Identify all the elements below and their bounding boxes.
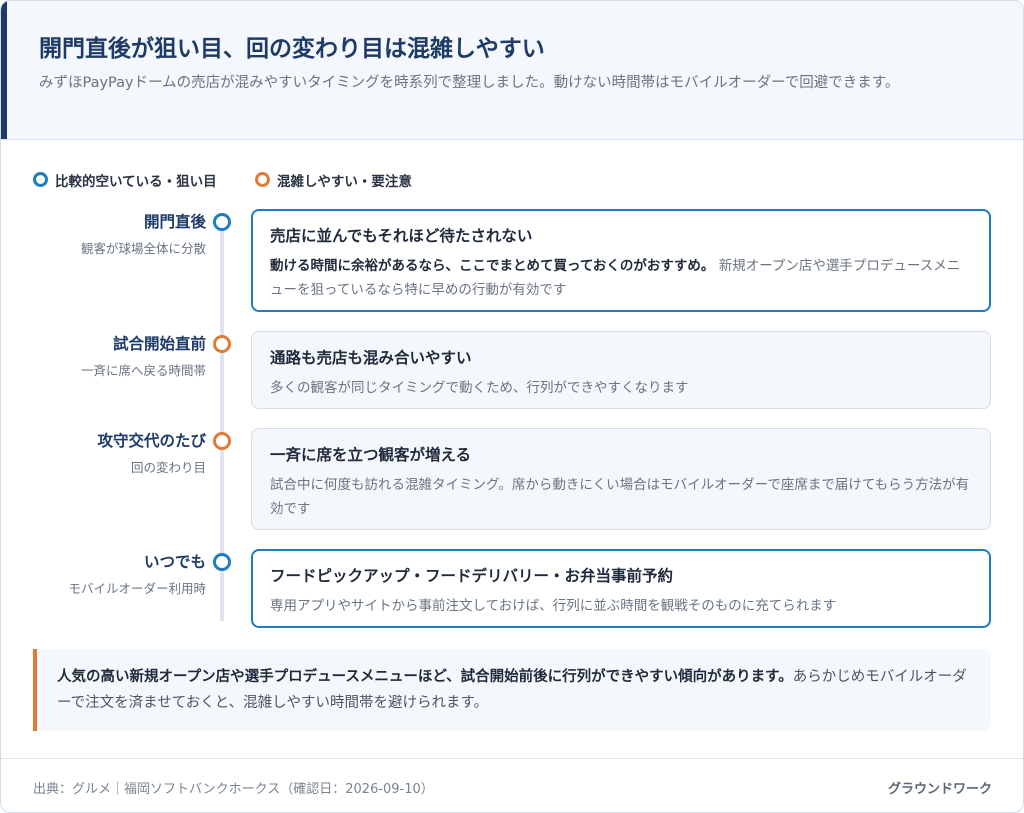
- header: 開門直後が狙い目、回の変わり目は混雑しやすい みずほPayPayドームの売店が混…: [1, 1, 1023, 140]
- timeline-card-title: 通路も売店も混み合いやすい: [270, 349, 472, 367]
- legend-label-good: 比較的空いている・狙い目: [55, 174, 217, 190]
- timeline-card-opening: 売店に並んでもそれほど待たされない 動ける時間に余裕があるなら、ここでまとめて買…: [251, 209, 991, 312]
- timeline-card-body: 試合中に何度も訪れる混雑タイミング。席から動きにくい場合はモバイルオーダーで座席…: [270, 477, 970, 517]
- timeline-label-anytime: いつでも モバイルオーダー利用時: [68, 550, 206, 597]
- page-title: 開門直後が狙い目、回の変わり目は混雑しやすい: [39, 36, 545, 62]
- timeline-label-sub: 回の変わり目: [130, 460, 206, 475]
- footer: 出典：グルメ｜福岡ソフトバンクホークス（確認日：2026-09-10） グラウン…: [1, 758, 1023, 812]
- timeline-dot-busy-icon: [213, 335, 231, 353]
- timeline-dot-good-icon: [213, 553, 231, 571]
- timeline-label-pregame: 試合開始直前 一斉に席へ戻る時間帯: [81, 332, 206, 379]
- timeline-card-title: フードピックアップ・フードデリバリー・お弁当事前予約: [270, 567, 674, 585]
- footer-source: 出典：グルメ｜福岡ソフトバンクホークス（確認日：2026-09-10）: [33, 782, 434, 797]
- timeline-card-body: 専用アプリやサイトから事前注文しておけば、行列に並ぶ時間を観戦そのものに充てられ…: [270, 598, 837, 614]
- header-accent-bar: [1, 1, 7, 139]
- timeline-card-body: 多くの観客が同じタイミングで動くため、行列ができやすくなります: [270, 380, 689, 396]
- timeline-dot-good-icon: [213, 213, 231, 231]
- blue-ring-icon: [33, 172, 48, 187]
- timeline-card-body-strong: 動ける時間に余裕があるなら、ここでまとめて買っておくのがおすすめ。: [270, 258, 715, 274]
- timeline-label-sub: 観客が球場全体に分散: [80, 241, 206, 256]
- timeline-card-anytime: フードピックアップ・フードデリバリー・お弁当事前予約 専用アプリやサイトから事前…: [251, 549, 991, 628]
- timeline-card-pregame: 通路も売店も混み合いやすい 多くの観客が同じタイミングで動くため、行列ができやす…: [251, 331, 991, 409]
- timeline-label-opening: 開門直後 観客が球場全体に分散: [81, 210, 206, 257]
- page-subtitle: みずほPayPayドームの売店が混みやすいタイミングを時系列で整理しました。動け…: [39, 75, 900, 91]
- timeline-card-inning-change: 一斉に席を立つ観客が増える 試合中に何度も訪れる混雑タイミング。席から動きにくい…: [251, 428, 991, 530]
- timeline-label-main: 試合開始直前: [112, 335, 206, 353]
- timeline-label-main: 開門直後: [143, 213, 206, 231]
- timeline-card-body: 動ける時間に余裕があるなら、ここでまとめて買っておくのがおすすめ。 新規オープン…: [270, 254, 972, 302]
- timeline-label-sub: モバイルオーダー利用時: [68, 581, 206, 596]
- timeline-dot-busy-icon: [213, 432, 231, 450]
- orange-ring-icon: [255, 172, 270, 187]
- timeline-label-main: いつでも: [143, 553, 206, 571]
- timeline-card-title: 売店に並んでもそれほど待たされない: [270, 227, 533, 245]
- legend-label-busy: 混雑しやすい・要注意: [277, 174, 412, 190]
- tip-note: 人気の高い新規オープン店や選手プロデュースメニューほど、試合開始前後に行列ができ…: [33, 649, 991, 731]
- timeline-card-title: 一斉に席を立つ観客が増える: [270, 446, 472, 464]
- timeline-label-sub: 一斉に席へ戻る時間帯: [80, 363, 206, 378]
- tip-note-strong: 人気の高い新規オープン店や選手プロデュースメニューほど、試合開始前後に行列ができ…: [57, 669, 793, 685]
- timeline-label-inning-change: 攻守交代のたび 回の変わり目: [97, 429, 206, 476]
- footer-brand: グラウンドワーク: [887, 782, 992, 797]
- infographic-card: 開門直後が狙い目、回の変わり目は混雑しやすい みずほPayPayドームの売店が混…: [0, 0, 1024, 813]
- timeline-label-main: 攻守交代のたび: [97, 432, 206, 450]
